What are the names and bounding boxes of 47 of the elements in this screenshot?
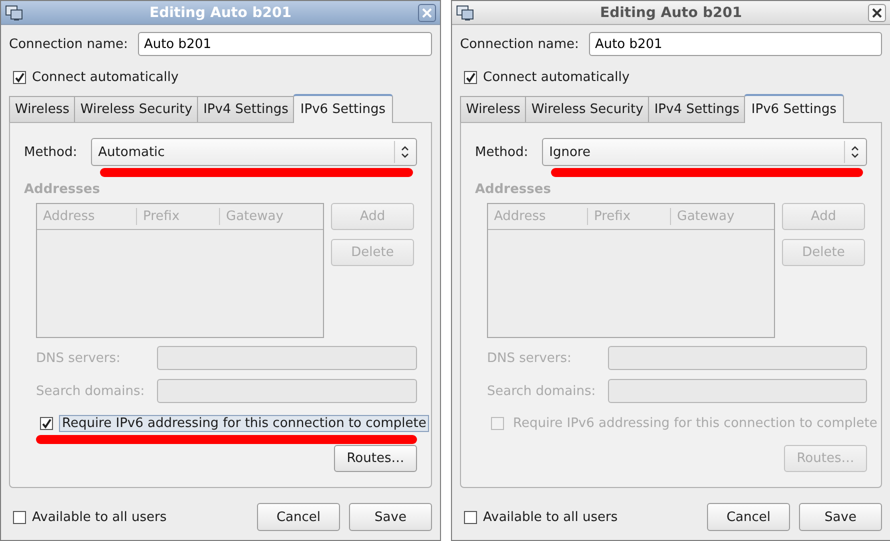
- checkbox[interactable]: [13, 70, 26, 84]
- field-label: Connection name:: [9, 36, 128, 52]
- dialog-button[interactable]: Save: [349, 503, 432, 531]
- checkbox-label: Connect automatically: [483, 70, 630, 84]
- checkbox-label: Available to all users: [483, 510, 618, 524]
- field-label: Method:: [24, 144, 78, 160]
- close-button[interactable]: [868, 4, 886, 22]
- window-title: Editing Auto b201: [148, 4, 292, 20]
- tab[interactable]: IPv4 Settings: [197, 96, 294, 122]
- field-label: DNS servers:: [487, 350, 572, 366]
- close-icon: [872, 8, 882, 18]
- close-icon: [422, 8, 432, 18]
- checkbox[interactable]: [464, 510, 477, 524]
- field-label: DNS servers:: [36, 350, 122, 366]
- checkbox[interactable]: [40, 416, 53, 430]
- checkbox[interactable]: [464, 70, 477, 84]
- method-dropdown[interactable]: Ignore: [542, 138, 867, 166]
- checkbox-label: Available to all users: [32, 510, 167, 524]
- network-icon: [456, 4, 474, 20]
- tab[interactable]: Wireless Security: [74, 96, 198, 122]
- network-icon: [5, 4, 23, 20]
- checkbox-label: Connect automatically: [32, 70, 179, 84]
- spinner-arrows-icon: [400, 145, 410, 159]
- tab[interactable]: IPv4 Settings: [648, 96, 746, 122]
- tab[interactable]: IPv6 Settings: [744, 94, 844, 123]
- window-title: Editing Auto b201: [599, 4, 743, 20]
- tab[interactable]: Wireless: [460, 96, 526, 122]
- dialog-button[interactable]: Cancel: [707, 503, 790, 531]
- field-label: Method:: [475, 144, 528, 160]
- checkbox[interactable]: [13, 510, 26, 524]
- routes-button[interactable]: Routes…: [334, 445, 417, 472]
- spinner-arrows-icon: [850, 145, 860, 159]
- field-label: Search domains:: [36, 384, 146, 398]
- tab[interactable]: Wireless: [9, 96, 76, 122]
- dialog-button[interactable]: Cancel: [257, 503, 340, 531]
- connection-name-field[interactable]: Auto b201: [138, 32, 432, 56]
- checkbox-label: Require IPv6 addressing for this connection to complete: [512, 414, 878, 432]
- tab[interactable]: IPv6 Settings: [293, 94, 393, 123]
- section-title: Addresses: [24, 182, 101, 198]
- checkbox-label: Require IPv6 addressing for this connection to complete: [59, 414, 430, 432]
- method-dropdown[interactable]: Automatic: [91, 138, 417, 166]
- connection-name-field[interactable]: Auto b201: [588, 32, 882, 56]
- field-label: Search domains:: [487, 384, 597, 398]
- tab[interactable]: Wireless Security: [525, 96, 650, 122]
- field-label: Connection name:: [460, 36, 579, 52]
- section-title: Addresses: [475, 182, 552, 198]
- dialog-button[interactable]: Save: [799, 503, 882, 531]
